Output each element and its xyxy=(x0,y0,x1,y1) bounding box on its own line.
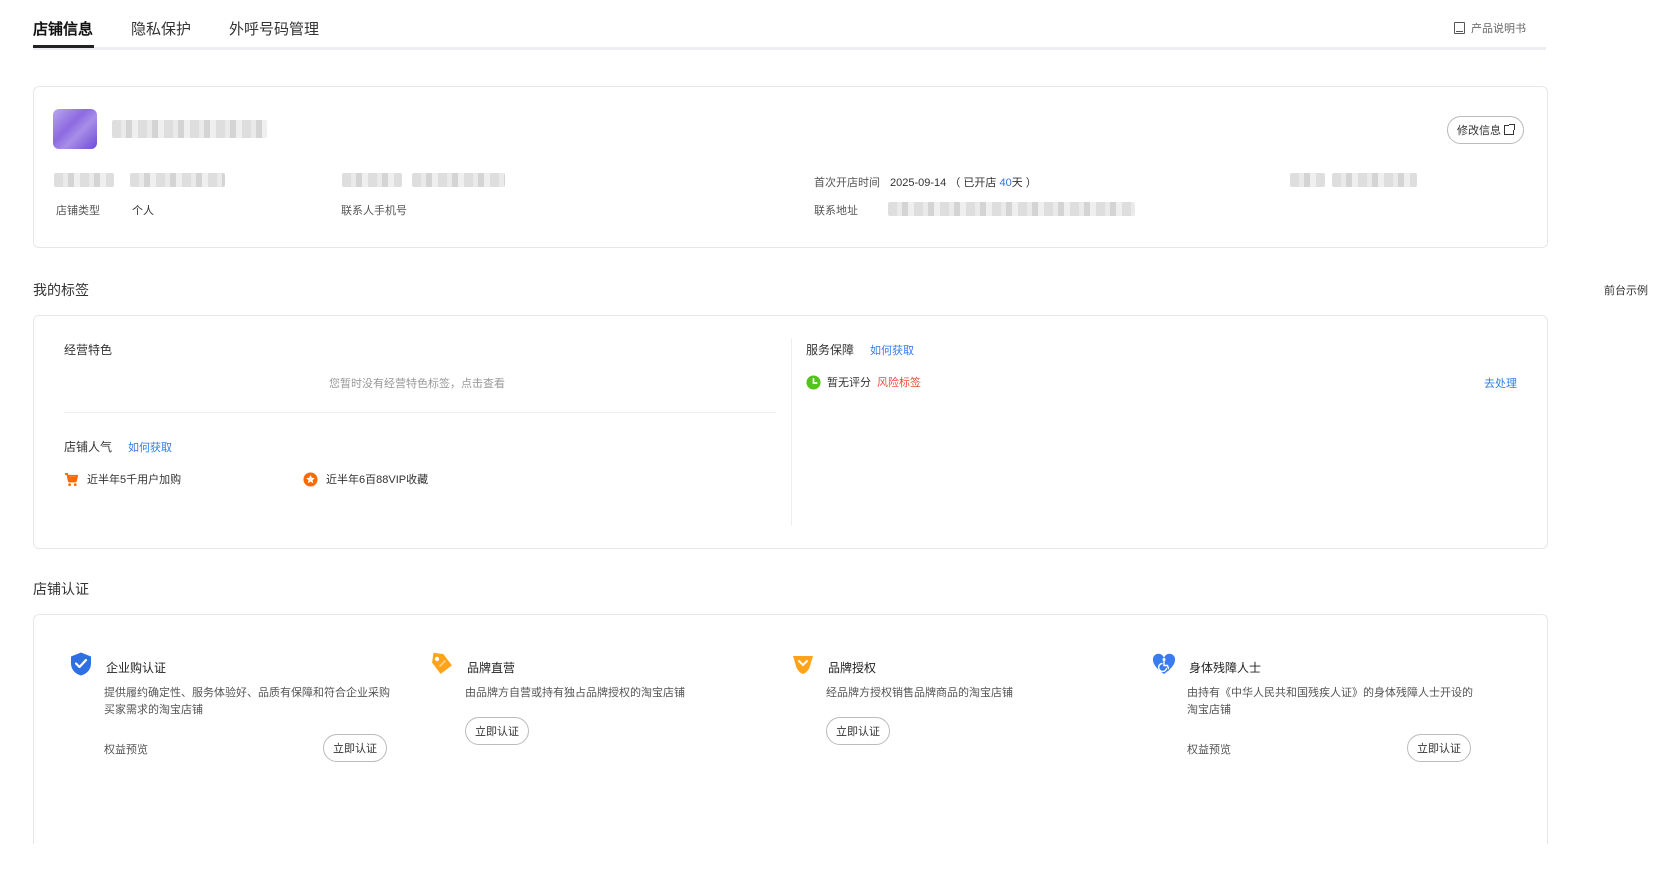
business-features-empty-hint[interactable]: 您暂时没有经营特色标签，点击查看 xyxy=(329,375,505,391)
popularity-how-link[interactable]: 如何获取 xyxy=(128,439,172,455)
certify-now-button[interactable]: 立即认证 xyxy=(323,734,387,762)
product-manual-label: 产品说明书 xyxy=(1471,23,1526,35)
service-guarantee-title: 服务保障 xyxy=(806,343,855,357)
column-divider xyxy=(791,338,792,526)
redacted-field xyxy=(1332,173,1417,187)
cert-card: 企业购认证 提供履约确定性、服务体验好、品质有保障和符合企业采购买家需求的淘宝店… xyxy=(33,614,1548,844)
certify-now-button[interactable]: 立即认证 xyxy=(465,717,529,745)
active-tab-indicator xyxy=(33,45,94,48)
cart-icon xyxy=(64,472,79,486)
brand-authorized-icon xyxy=(793,656,813,674)
cert-name: 品牌授权 xyxy=(828,661,877,675)
cert-section-title: 店铺认证 xyxy=(33,581,89,597)
business-features-title: 经营特色 xyxy=(64,343,113,357)
tab-privacy[interactable]: 隐私保护 xyxy=(131,18,191,39)
go-handle-link[interactable]: 去处理 xyxy=(1484,375,1517,391)
service-how-link[interactable]: 如何获取 xyxy=(870,342,914,358)
popularity-item-text: 近半年5千用户加购 xyxy=(87,474,182,486)
cert-desc: 由持有《中华人民共和国残疾人证》的身体残障人士开设的淘宝店铺 xyxy=(1187,687,1473,716)
book-icon xyxy=(1454,22,1465,34)
redacted-field xyxy=(130,173,225,187)
edit-info-button[interactable]: 修改信息 xyxy=(1447,116,1524,144)
popularity-item-cart: 近半年5千用户加购 xyxy=(64,471,181,487)
tab-store-info[interactable]: 店铺信息 xyxy=(33,18,93,39)
redacted-field xyxy=(342,173,402,187)
open-days: 40 xyxy=(999,177,1012,189)
open-time-value: 2025-09-14 （ 已开店 40天 ） xyxy=(890,174,1037,190)
service-status-text: 暂无评分 xyxy=(827,377,871,389)
address-redacted xyxy=(888,202,1135,216)
store-avatar xyxy=(53,109,97,149)
cert-name: 企业购认证 xyxy=(106,661,167,675)
frontend-example-link[interactable]: 前台示例 xyxy=(1604,282,1648,298)
tab-outbound-numbers[interactable]: 外呼号码管理 xyxy=(229,18,319,39)
popularity-item-star: 近半年6百88VIP收藏 xyxy=(303,471,428,487)
certify-now-button[interactable]: 立即认证 xyxy=(1407,734,1471,762)
star-icon xyxy=(303,471,318,487)
external-link-icon xyxy=(1504,124,1515,135)
popularity-item-text: 近半年6百88VIP收藏 xyxy=(326,474,429,486)
redacted-field xyxy=(54,173,114,187)
open-time-label: 首次开店时间 xyxy=(814,177,880,189)
store-type-label: 店铺类型 xyxy=(56,205,100,217)
cert-name: 品牌直营 xyxy=(467,661,516,675)
cert-desc: 经品牌方授权销售品牌商品的淘宝店铺 xyxy=(826,687,1013,699)
redacted-field xyxy=(1290,173,1325,187)
shield-check-icon xyxy=(71,652,91,676)
tags-card: 经营特色 您暂时没有经营特色标签，点击查看 店铺人气 如何获取 近半年5千用户加… xyxy=(33,315,1548,549)
tags-section-title: 我的标签 xyxy=(33,282,89,298)
store-name-redacted xyxy=(112,120,267,138)
divider xyxy=(64,412,776,413)
contact-phone-label: 联系人手机号 xyxy=(341,205,407,217)
risk-tag-link[interactable]: 风险标签 xyxy=(877,374,921,390)
service-status-row: 暂无评分 风险标签 xyxy=(806,374,921,390)
clock-icon xyxy=(806,374,821,390)
perk-preview-link[interactable]: 权益预览 xyxy=(1187,741,1231,757)
perk-preview-link[interactable]: 权益预览 xyxy=(104,741,148,757)
address-label: 联系地址 xyxy=(814,205,858,217)
cert-desc: 提供履约确定性、服务体验好、品质有保障和符合企业采购买家需求的淘宝店铺 xyxy=(104,687,390,716)
cert-name: 身体残障人士 xyxy=(1189,661,1262,675)
brand-tag-icon xyxy=(432,652,452,674)
product-manual-link[interactable]: 产品说明书 xyxy=(1454,20,1526,36)
redacted-field xyxy=(412,173,505,187)
edit-info-label: 修改信息 xyxy=(1457,125,1501,137)
tab-bar: 店铺信息 隐私保护 外呼号码管理 产品说明书 xyxy=(33,0,1546,50)
store-type-value: 个人 xyxy=(132,205,154,217)
cert-desc: 由品牌方自营或持有独占品牌授权的淘宝店铺 xyxy=(465,687,685,699)
open-prefix: （ 已开店 xyxy=(949,177,1000,189)
certify-now-button[interactable]: 立即认证 xyxy=(826,717,890,745)
accessibility-heart-icon xyxy=(1152,653,1176,674)
popularity-title: 店铺人气 xyxy=(64,440,113,454)
open-date: 2025-09-14 xyxy=(890,177,947,189)
open-suffix: 天 ） xyxy=(1011,177,1037,189)
store-info-card: 修改信息 店铺类型 个人 联系人手机号 首次开店时间 2025-09-14 （ … xyxy=(33,86,1548,248)
